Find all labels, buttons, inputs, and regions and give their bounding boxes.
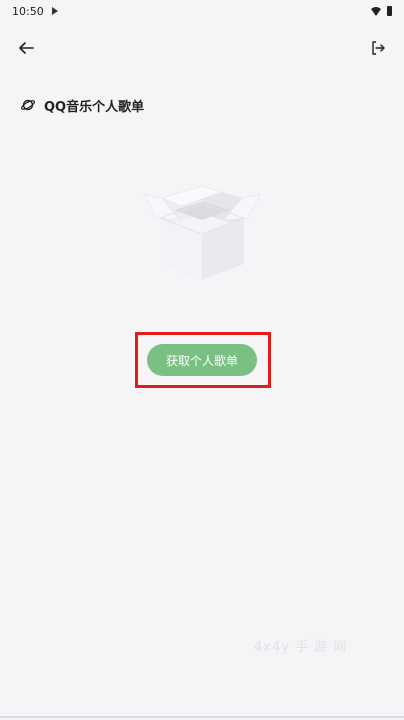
logout-button[interactable] [364,34,392,62]
play-icon [51,7,58,15]
back-button[interactable] [12,34,40,62]
section-title-text: QQ音乐个人歌单 [44,99,145,115]
wifi-icon [371,7,381,16]
arrow-left-icon [19,42,34,54]
watermark: 4x4y 手 游 网 [254,640,348,655]
app-bar [0,28,404,68]
status-bar: 10:50 [0,0,404,22]
section-title: QQ音乐个人歌单 [20,94,144,116]
fetch-playlist-button[interactable]: 获取个人歌单 [147,344,257,376]
status-time: 10:50 [12,4,44,18]
empty-box-illustration [143,185,261,280]
battery-icon [387,6,392,16]
planet-icon [21,99,35,111]
status-left: 10:50 [12,5,58,18]
bottom-divider [0,716,404,718]
status-right [371,6,392,16]
logout-icon [372,41,385,55]
